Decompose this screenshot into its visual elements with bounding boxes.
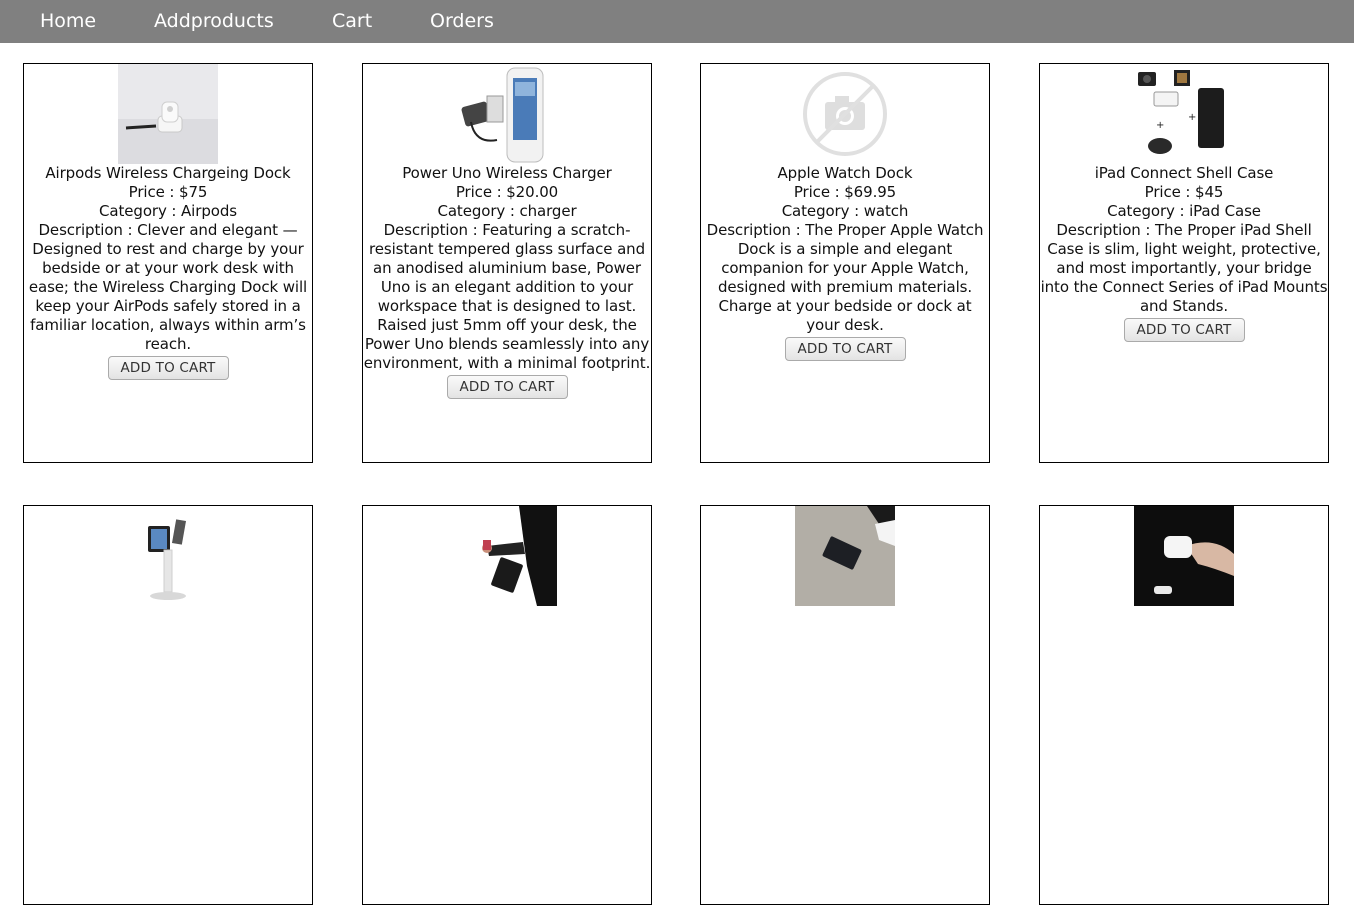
add-to-cart-button[interactable]: ADD TO CART [446,375,568,399]
add-to-cart-button[interactable]: ADD TO CART [784,337,906,361]
nav-link-addproducts[interactable]: Addproducts [154,9,274,33]
product-image [795,506,895,606]
product-image [1134,506,1234,606]
svg-text:+: + [1156,120,1164,131]
product-category: Category : iPad Case [1107,202,1261,220]
product-description: Description : The Proper iPad Shell Case… [1040,221,1328,315]
nav-link-home[interactable]: Home [40,9,96,33]
product-image [118,64,218,164]
product-description: Description : Clever and elegant — Desig… [28,221,308,353]
product-price: Price : $69.95 [793,183,897,201]
no-image-placeholder-icon [795,64,895,164]
product-description: Description : The Proper Apple Watch Doc… [706,221,984,334]
product-category: Category : Airpods [99,202,237,220]
product-name: iPad Connect Shell Case [1094,164,1274,182]
product-image [118,506,218,606]
product-image [457,506,557,606]
add-to-cart-button[interactable]: ADD TO CART [1123,318,1245,342]
product-card [700,505,990,905]
product-card [362,505,652,905]
product-card [1039,505,1329,905]
product-price: Price : $75 [128,183,208,201]
product-image: + + [1134,64,1234,164]
product-image [457,64,557,164]
product-name: Power Uno Wireless Charger [402,164,612,182]
nav-link-orders[interactable]: Orders [430,9,494,33]
product-card: + + iPad Connect Shell Case Price : $45 … [1039,63,1329,463]
product-name: Apple Watch Dock [777,164,913,182]
product-card: Apple Watch Dock Price : $69.95 Category… [700,63,990,463]
product-description: Description : Featuring a scratch-resist… [363,221,651,372]
nav-link-cart[interactable]: Cart [332,9,372,33]
top-navbar: Home Addproducts Cart Orders [0,0,1354,43]
product-card: Power Uno Wireless Charger Price : $20.0… [362,63,652,463]
product-card [23,505,313,905]
product-price: Price : $45 [1144,183,1224,201]
product-category: Category : watch [781,202,909,220]
svg-text:+: + [1188,112,1196,123]
product-card: Airpods Wireless Chargeing Dock Price : … [23,63,313,463]
add-to-cart-button[interactable]: ADD TO CART [107,356,229,380]
product-category: Category : charger [437,202,577,220]
product-name: Airpods Wireless Chargeing Dock [45,164,291,182]
product-price: Price : $20.00 [455,183,559,201]
